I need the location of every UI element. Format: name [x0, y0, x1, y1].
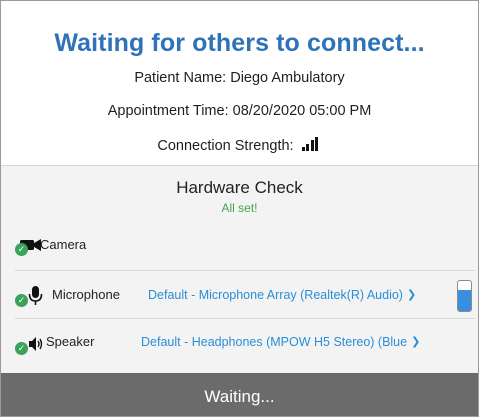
speaker-icon: ✓ [15, 333, 45, 355]
signal-bars-icon [301, 137, 322, 151]
microphone-row: ✓ Microphone Default - Microphone Array … [15, 270, 475, 319]
microphone-level-meter [457, 280, 472, 312]
connection-strength: Connection Strength: [1, 137, 478, 154]
connection-strength-label: Connection Strength: [157, 138, 294, 154]
waiting-status-bar: Waiting... [1, 373, 478, 416]
signal-bar [310, 140, 314, 151]
waiting-room-window: Waiting for others to connect... Patient… [0, 0, 479, 417]
speaker-select[interactable]: Default - Headphones (MPOW H5 Stereo) (B… [141, 335, 420, 349]
camera-label: Camera [40, 237, 87, 252]
microphone-icon: ✓ [15, 285, 45, 307]
chevron-down-icon: ❯ [411, 336, 421, 348]
signal-bar [301, 147, 305, 151]
appointment-time: Appointment Time: 08/20/2020 05:00 PM [107, 103, 372, 119]
camera-row: ✓ Camera [15, 220, 475, 268]
patient-name: Patient Name: Diego Ambulatory [134, 70, 345, 86]
header-section: Waiting for others to connect... Patient… [1, 1, 478, 165]
microphone-level-fill [458, 290, 471, 311]
signal-bar [306, 143, 310, 151]
microphone-select[interactable]: Default - Microphone Array (Realtek(R) A… [148, 288, 416, 302]
chevron-down-icon: ❯ [406, 289, 417, 301]
hardware-check-status: All set! [221, 201, 258, 215]
microphone-selected-value: Default - Microphone Array (Realtek(R) A… [148, 288, 403, 302]
checkmark-icon: ✓ [15, 243, 28, 256]
speaker-row: ✓ Speaker Default - Headphones (MPOW H5 … [15, 318, 475, 367]
page-title: Waiting for others to connect... [54, 29, 425, 57]
hardware-check-panel: Hardware Check All set! ✓ Camera ✓ Micro… [1, 165, 478, 374]
speaker-label: Speaker [46, 334, 95, 349]
checkmark-icon: ✓ [15, 294, 28, 307]
speaker-selected-value: Default - Headphones (MPOW H5 Stereo) (B… [141, 335, 408, 349]
hardware-check-title: Hardware Check [176, 178, 303, 197]
checkmark-icon: ✓ [15, 342, 28, 355]
microphone-label: Microphone [52, 287, 120, 302]
signal-bar [315, 137, 319, 151]
